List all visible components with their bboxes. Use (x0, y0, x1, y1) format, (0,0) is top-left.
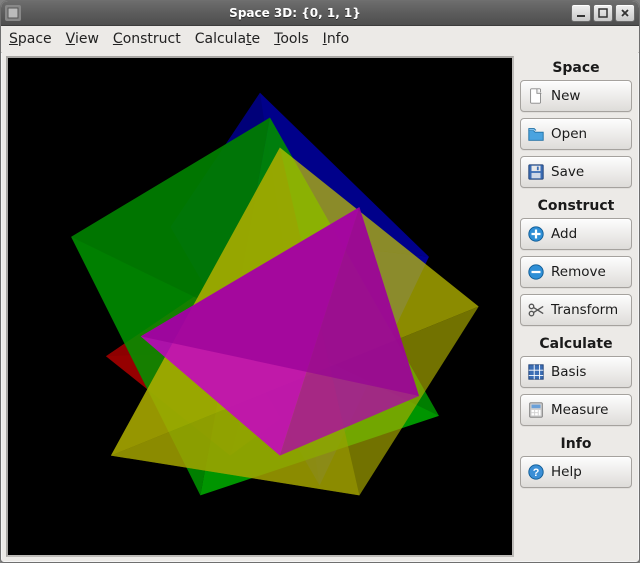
basis-button-label: Basis (551, 364, 586, 380)
sidebar: Space New Open Save Construct Add Remove Transf… (518, 52, 638, 561)
menu-construct[interactable]: Construct (113, 31, 181, 47)
add-button-label: Add (551, 226, 577, 242)
folder-open-icon (527, 125, 545, 143)
add-button[interactable]: Add (520, 218, 632, 250)
open-button-label: Open (551, 126, 587, 142)
minus-icon (527, 263, 545, 281)
maximize-icon (598, 8, 608, 18)
save-button[interactable]: Save (520, 156, 632, 188)
remove-button-label: Remove (551, 264, 606, 280)
window-title: Space 3D: {0, 1, 1} (21, 6, 569, 20)
scissors-icon (527, 301, 545, 319)
measure-button-label: Measure (551, 402, 608, 418)
measure-button[interactable]: Measure (520, 394, 632, 426)
menu-tools[interactable]: Tools (274, 31, 309, 47)
plus-icon (527, 225, 545, 243)
help-button[interactable]: ? Help (520, 456, 632, 488)
menu-info[interactable]: Info (323, 31, 350, 47)
svg-text:?: ? (533, 467, 540, 479)
close-button[interactable] (615, 4, 635, 22)
help-icon: ? (527, 463, 545, 481)
help-button-label: Help (551, 464, 582, 480)
menu-view[interactable]: View (66, 31, 99, 47)
remove-button[interactable]: Remove (520, 256, 632, 288)
new-button-label: New (551, 88, 580, 104)
application-window: Space 3D: {0, 1, 1} Space View Construct Ca… (0, 0, 640, 563)
menu-calculate[interactable]: Calculate (195, 31, 260, 47)
new-button[interactable]: New (520, 80, 632, 112)
minimize-icon (576, 8, 586, 18)
scene-render (8, 58, 512, 555)
menubar: Space View Construct Calculate Tools Info (1, 26, 639, 53)
save-button-label: Save (551, 164, 584, 180)
grid-icon (527, 363, 545, 381)
section-title-info: Info (520, 432, 632, 456)
app-icon (5, 5, 21, 21)
section-title-construct: Construct (520, 194, 632, 218)
minimize-button[interactable] (571, 4, 591, 22)
file-new-icon (527, 87, 545, 105)
titlebar[interactable]: Space 3D: {0, 1, 1} (1, 1, 639, 26)
section-title-space: Space (520, 56, 632, 80)
viewport-3d[interactable] (6, 56, 514, 557)
open-button[interactable]: Open (520, 118, 632, 150)
menu-space[interactable]: Space (9, 31, 52, 47)
calculator-icon (527, 401, 545, 419)
transform-button[interactable]: Transform (520, 294, 632, 326)
close-icon (620, 8, 630, 18)
maximize-button[interactable] (593, 4, 613, 22)
save-icon (527, 163, 545, 181)
basis-button[interactable]: Basis (520, 356, 632, 388)
section-title-calculate: Calculate (520, 332, 632, 356)
transform-button-label: Transform (551, 302, 618, 318)
